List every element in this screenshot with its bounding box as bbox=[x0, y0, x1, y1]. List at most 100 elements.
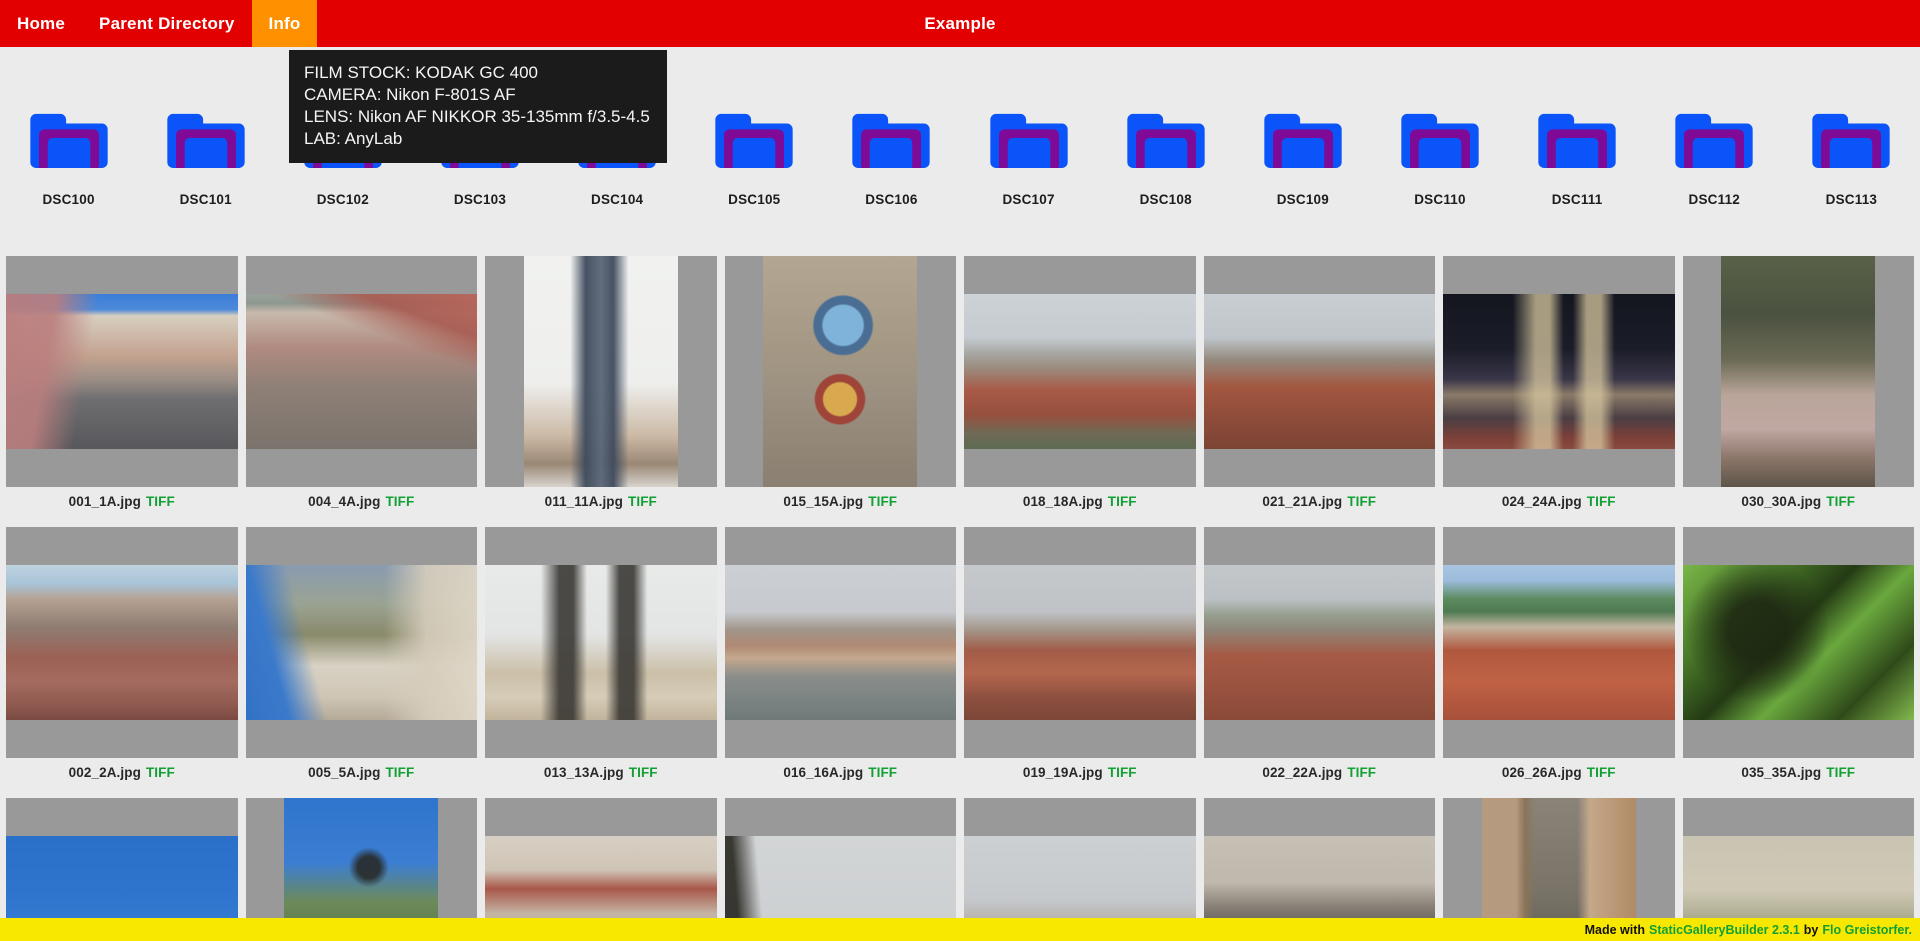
folder-label: DSC113 bbox=[1826, 192, 1877, 207]
folder-icon bbox=[1812, 110, 1890, 168]
folder-icon bbox=[30, 110, 108, 168]
photo-format-link[interactable]: TIFF bbox=[1347, 765, 1376, 780]
photo-grid: 001_1A.jpg TIFF 004_4A.jpg TIFF 011_11A.… bbox=[0, 256, 1920, 941]
photo-cell: 005_5A.jpg TIFF bbox=[246, 527, 478, 798]
photo-filename: 002_2A.jpg bbox=[69, 765, 141, 780]
photo-caption: 019_19A.jpg TIFF bbox=[964, 758, 1196, 798]
photo-filename: 026_26A.jpg bbox=[1502, 765, 1582, 780]
photo-caption: 024_24A.jpg TIFF bbox=[1443, 487, 1675, 527]
photo-thumbnail[interactable] bbox=[1204, 527, 1436, 758]
photo-thumbnail[interactable] bbox=[964, 256, 1196, 487]
photo-thumbnail[interactable] bbox=[485, 256, 717, 487]
photo-format-link[interactable]: TIFF bbox=[146, 765, 175, 780]
photo-cell: 013_13A.jpg TIFF bbox=[485, 527, 717, 798]
nav-item-info[interactable]: Info bbox=[252, 0, 318, 47]
photo-filename: 015_15A.jpg bbox=[783, 494, 863, 509]
folder-icon bbox=[1401, 110, 1479, 168]
folder-label: DSC103 bbox=[454, 192, 506, 207]
folder-icon bbox=[1264, 110, 1342, 168]
photo-caption: 002_2A.jpg TIFF bbox=[6, 758, 238, 798]
photo-thumbnail[interactable] bbox=[964, 527, 1196, 758]
photo-filename: 022_22A.jpg bbox=[1262, 765, 1342, 780]
photo-caption: 018_18A.jpg TIFF bbox=[964, 487, 1196, 527]
photo-thumbnail[interactable] bbox=[725, 527, 957, 758]
photo-thumbnail[interactable] bbox=[485, 527, 717, 758]
photo-thumbnail[interactable] bbox=[1443, 527, 1675, 758]
photo-format-link[interactable]: TIFF bbox=[868, 765, 897, 780]
photo-thumbnail[interactable] bbox=[6, 256, 238, 487]
folder-item[interactable]: DSC113 bbox=[1783, 110, 1920, 207]
photo-image bbox=[763, 256, 917, 487]
photo-image bbox=[1683, 565, 1915, 720]
photo-cell: 022_22A.jpg TIFF bbox=[1204, 527, 1436, 798]
folder-label: DSC104 bbox=[591, 192, 643, 207]
photo-format-link[interactable]: TIFF bbox=[146, 494, 175, 509]
photo-format-link[interactable]: TIFF bbox=[1347, 494, 1376, 509]
folder-label: DSC110 bbox=[1414, 192, 1465, 207]
photo-cell: 015_15A.jpg TIFF bbox=[725, 256, 957, 527]
photo-format-link[interactable]: TIFF bbox=[1826, 494, 1855, 509]
folder-item[interactable]: DSC105 bbox=[686, 110, 823, 207]
photo-caption: 011_11A.jpg TIFF bbox=[485, 487, 717, 527]
top-nav-bar: Home Parent Directory Info Example bbox=[0, 0, 1920, 47]
folder-item[interactable]: DSC109 bbox=[1234, 110, 1371, 207]
photo-format-link[interactable]: TIFF bbox=[1587, 494, 1616, 509]
folder-item[interactable]: DSC101 bbox=[137, 110, 274, 207]
photo-image bbox=[1443, 294, 1675, 449]
photo-filename: 013_13A.jpg bbox=[544, 765, 624, 780]
photo-caption: 001_1A.jpg TIFF bbox=[6, 487, 238, 527]
folder-item[interactable]: DSC111 bbox=[1509, 110, 1646, 207]
folder-item[interactable]: DSC110 bbox=[1371, 110, 1508, 207]
photo-filename: 030_30A.jpg bbox=[1741, 494, 1821, 509]
photo-filename: 005_5A.jpg bbox=[308, 765, 380, 780]
folder-label: DSC100 bbox=[42, 192, 94, 207]
photo-caption: 021_21A.jpg TIFF bbox=[1204, 487, 1436, 527]
photo-filename: 011_11A.jpg bbox=[545, 494, 623, 509]
photo-caption: 005_5A.jpg TIFF bbox=[246, 758, 478, 798]
photo-thumbnail[interactable] bbox=[1683, 527, 1915, 758]
photo-filename: 024_24A.jpg bbox=[1502, 494, 1582, 509]
photo-image bbox=[6, 294, 238, 449]
photo-format-link[interactable]: TIFF bbox=[868, 494, 897, 509]
nav-item-parent-directory[interactable]: Parent Directory bbox=[82, 0, 251, 47]
nav-item-home[interactable]: Home bbox=[0, 0, 82, 47]
photo-cell: 001_1A.jpg TIFF bbox=[6, 256, 238, 527]
photo-thumbnail[interactable] bbox=[725, 256, 957, 487]
folder-item[interactable]: DSC112 bbox=[1646, 110, 1783, 207]
photo-format-link[interactable]: TIFF bbox=[385, 765, 414, 780]
photo-cell: 021_21A.jpg TIFF bbox=[1204, 256, 1436, 527]
photo-format-link[interactable]: TIFF bbox=[628, 494, 657, 509]
photo-caption: 026_26A.jpg TIFF bbox=[1443, 758, 1675, 798]
folder-item[interactable]: DSC100 bbox=[0, 110, 137, 207]
photo-thumbnail[interactable] bbox=[246, 256, 478, 487]
photo-format-link[interactable]: TIFF bbox=[1108, 765, 1137, 780]
folder-item[interactable]: DSC108 bbox=[1097, 110, 1234, 207]
photo-filename: 001_1A.jpg bbox=[69, 494, 141, 509]
folder-icon bbox=[990, 110, 1068, 168]
tooltip-line-lens: LENS: Nikon AF NIKKOR 35-135mm f/3.5-4.5 bbox=[304, 106, 650, 128]
photo-format-link[interactable]: TIFF bbox=[629, 765, 658, 780]
folder-label: DSC101 bbox=[180, 192, 232, 207]
photo-image bbox=[1204, 565, 1436, 720]
folder-item[interactable]: DSC107 bbox=[960, 110, 1097, 207]
photo-thumbnail[interactable] bbox=[1683, 256, 1915, 487]
folder-icon bbox=[1675, 110, 1753, 168]
photo-format-link[interactable]: TIFF bbox=[385, 494, 414, 509]
photo-format-link[interactable]: TIFF bbox=[1587, 765, 1616, 780]
photo-cell: 002_2A.jpg TIFF bbox=[6, 527, 238, 798]
folder-icon bbox=[852, 110, 930, 168]
photo-thumbnail[interactable] bbox=[6, 527, 238, 758]
photo-caption: 016_16A.jpg TIFF bbox=[725, 758, 957, 798]
photo-thumbnail[interactable] bbox=[1443, 256, 1675, 487]
folder-item[interactable]: DSC106 bbox=[823, 110, 960, 207]
photo-caption: 022_22A.jpg TIFF bbox=[1204, 758, 1436, 798]
tooltip-line-film-stock: FILM STOCK: KODAK GC 400 bbox=[304, 62, 650, 84]
photo-cell: 016_16A.jpg TIFF bbox=[725, 527, 957, 798]
photo-format-link[interactable]: TIFF bbox=[1826, 765, 1855, 780]
photo-thumbnail[interactable] bbox=[246, 527, 478, 758]
photo-thumbnail[interactable] bbox=[1204, 256, 1436, 487]
photo-format-link[interactable]: TIFF bbox=[1108, 494, 1137, 509]
footer-builder-link[interactable]: StaticGalleryBuilder 2.3.1 bbox=[1649, 923, 1800, 937]
photo-caption: 004_4A.jpg TIFF bbox=[246, 487, 478, 527]
footer-author-link[interactable]: Flo Greistorfer. bbox=[1822, 923, 1912, 937]
